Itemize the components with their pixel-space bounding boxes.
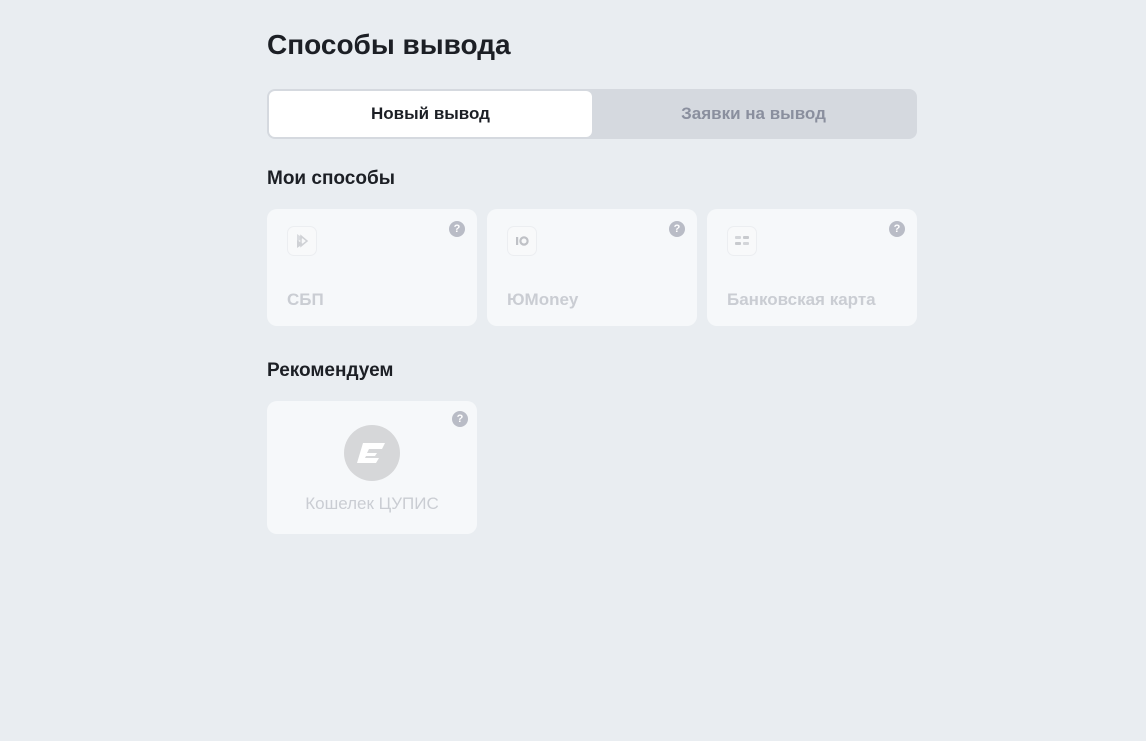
help-icon[interactable]: ? (452, 411, 468, 427)
section-title-my-methods: Мои способы (267, 168, 395, 189)
help-icon[interactable]: ? (449, 221, 465, 237)
sbp-icon (287, 226, 317, 256)
yoomoney-icon (507, 226, 537, 256)
tab-withdrawal-requests[interactable]: Заявки на вывод (592, 91, 915, 137)
section-title-recommended: Рекомендуем (267, 360, 394, 381)
method-card-yoomoney[interactable]: ? ЮMoney (487, 209, 697, 326)
help-icon[interactable]: ? (669, 221, 685, 237)
method-card-cupis-wallet[interactable]: ? Кошелек ЦУПИС (267, 401, 477, 534)
method-label: ЮMoney (507, 290, 579, 309)
method-card-sbp[interactable]: ? СБП (267, 209, 477, 326)
method-label: Банковская карта (727, 290, 876, 309)
method-label: СБП (287, 290, 324, 309)
page-title: Способы вывода (267, 29, 511, 60)
help-icon[interactable]: ? (889, 221, 905, 237)
my-methods-list: ? СБП ? ЮMoney ? Банковская карта (267, 209, 917, 326)
cupis-wallet-icon (344, 425, 400, 481)
tab-new-withdrawal[interactable]: Новый вывод (269, 91, 592, 137)
tabs: Новый вывод Заявки на вывод (267, 89, 917, 139)
method-card-bank-card[interactable]: ? Банковская карта (707, 209, 917, 326)
method-label: Кошелек ЦУПИС (305, 494, 439, 513)
bank-card-icon (727, 226, 757, 256)
